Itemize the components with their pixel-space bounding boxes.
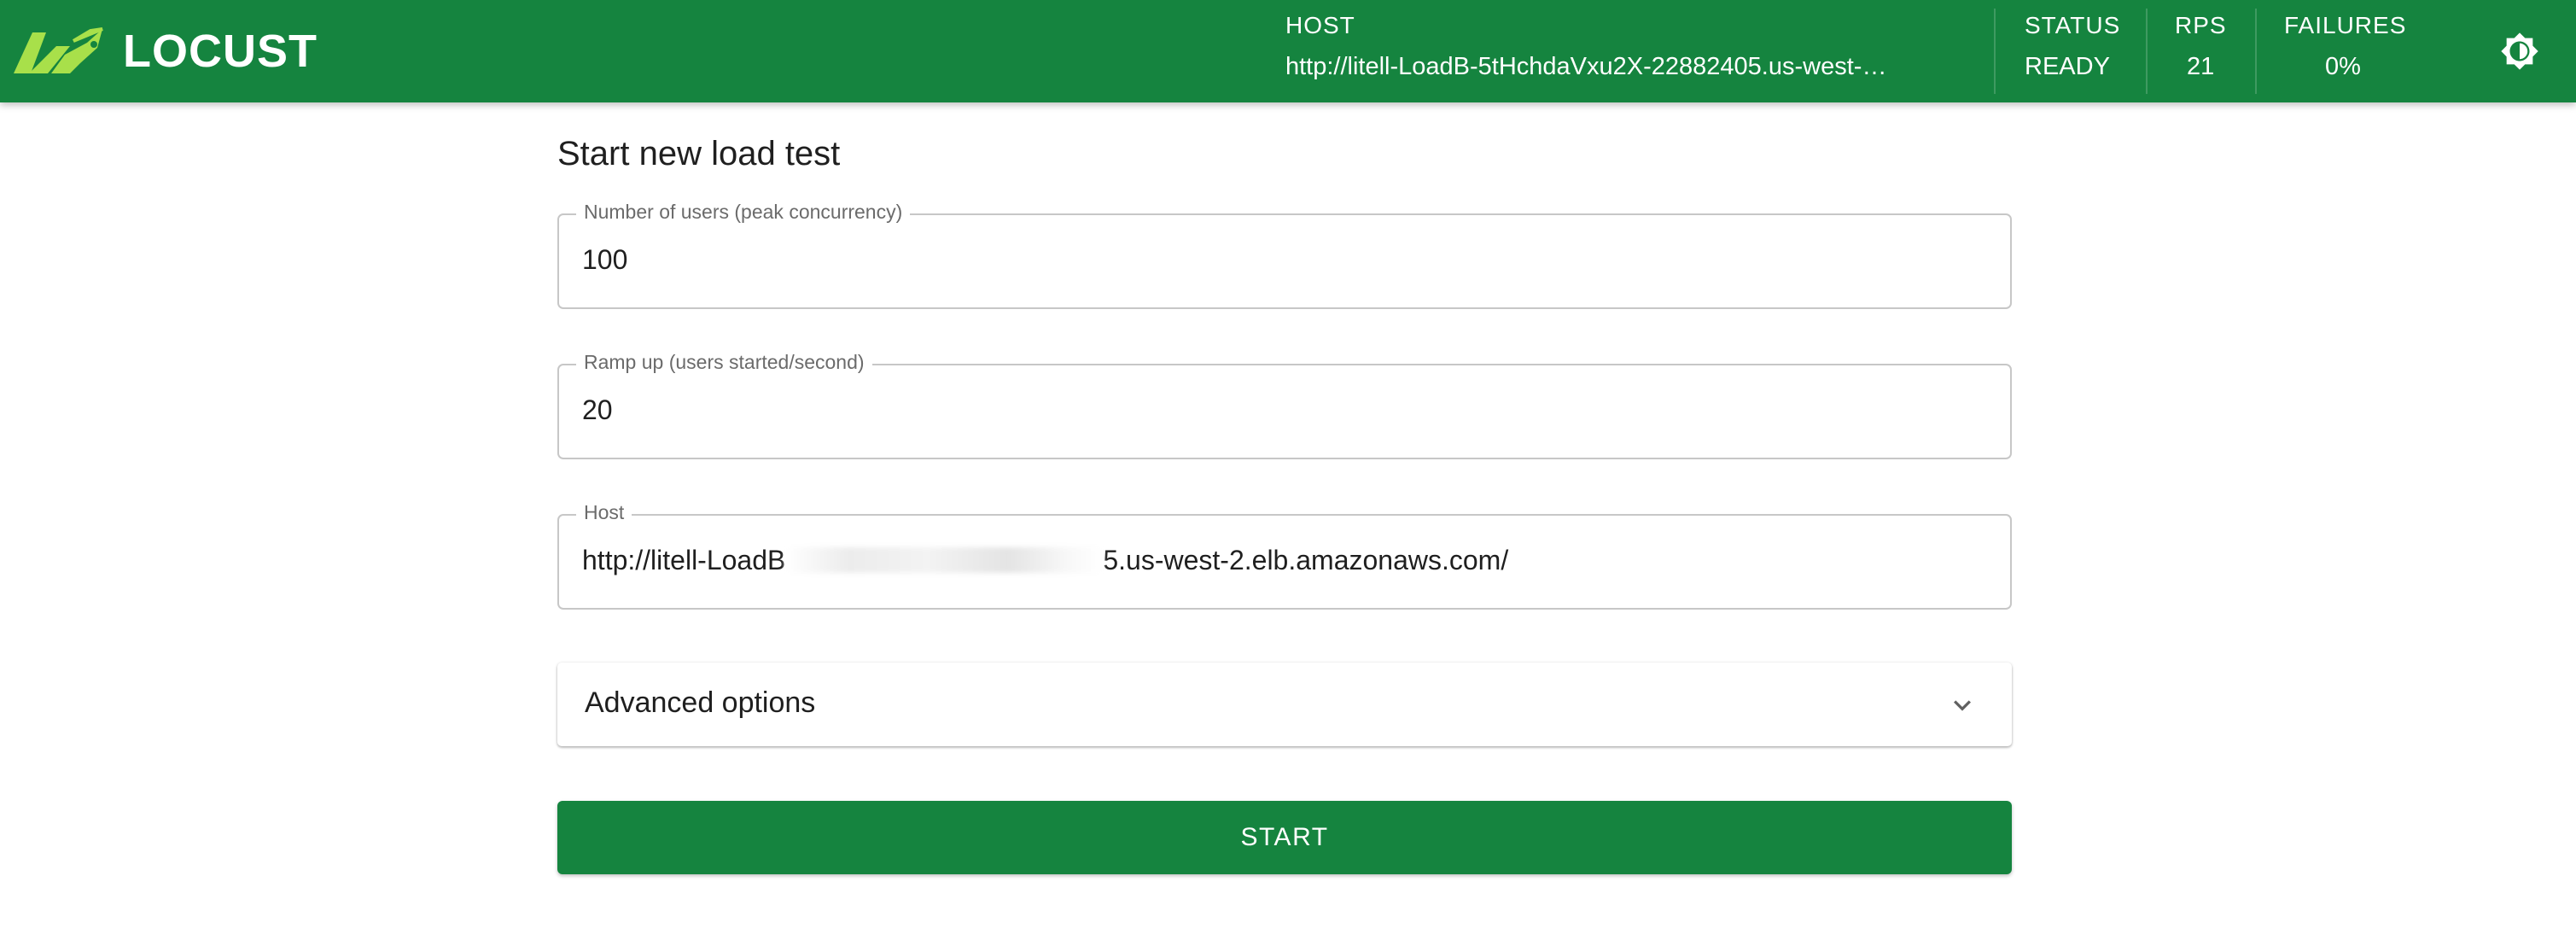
chevron-down-icon: [1954, 700, 1971, 711]
failures-label: FAILURES: [2284, 12, 2407, 38]
locust-logo-icon: [14, 27, 103, 73]
divider: [2255, 9, 2257, 94]
failures-value: 0%: [2325, 53, 2361, 80]
locust-logo[interactable]: LOCUST: [14, 24, 318, 79]
divider: [2146, 9, 2148, 94]
rps-value: 21: [2187, 53, 2215, 80]
page-title: Start new load test: [557, 135, 841, 172]
users-input[interactable]: 100: [582, 244, 627, 276]
host-input-prefix: http://litell-LoadB: [582, 545, 786, 575]
host-label: HOST: [1285, 12, 1355, 38]
users-field-label: Number of users (peak concurrency): [576, 201, 911, 224]
advanced-options-label: Advanced options: [585, 686, 816, 719]
host-field-label: Host: [576, 501, 632, 524]
ramp-up-input[interactable]: 20: [582, 394, 613, 426]
status-label: STATUS: [2025, 12, 2121, 38]
logo-wordmark: LOCUST: [123, 26, 318, 77]
start-button[interactable]: START: [557, 801, 2012, 874]
brightness-icon: [2501, 32, 2538, 70]
advanced-options-accordion[interactable]: Advanced options: [557, 663, 2012, 746]
host-input[interactable]: http://litell-LoadB 5.us-west-2.elb.amazo…: [582, 545, 1508, 576]
status-value: READY: [2025, 53, 2110, 80]
rps-label: RPS: [2175, 12, 2227, 38]
users-field[interactable]: Number of users (peak concurrency) 100: [557, 201, 2012, 309]
ramp-up-field[interactable]: Ramp up (users started/second) 20: [557, 351, 2012, 459]
host-value: http://litell-LoadB-5tHchdaVxu2X-2288240…: [1285, 53, 1887, 80]
host-input-suffix: 5.us-west-2.elb.amazonaws.com/: [1103, 545, 1509, 575]
host-field[interactable]: Host http://litell-LoadB 5.us-west-2.elb.…: [557, 501, 2012, 610]
ramp-up-field-label: Ramp up (users started/second): [576, 351, 872, 374]
redacted-blur: [785, 547, 1104, 573]
top-navigation-bar: LOCUST HOST http://litell-LoadB-5tHchdaV…: [0, 0, 2576, 102]
theme-toggle-button[interactable]: [2497, 29, 2542, 73]
divider: [1994, 9, 1996, 94]
